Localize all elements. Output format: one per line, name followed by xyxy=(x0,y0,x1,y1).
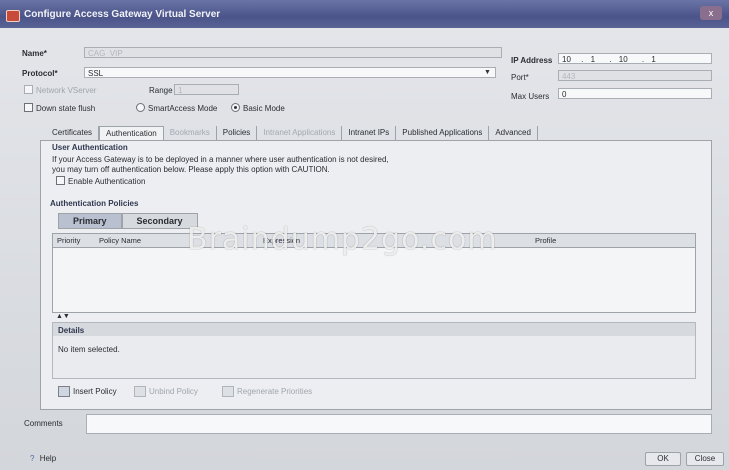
column-policy-name[interactable]: Policy Name xyxy=(99,236,141,245)
help-label: Help xyxy=(39,454,57,463)
tab-authentication[interactable]: Authentication xyxy=(99,126,164,140)
max-users-label: Max Users xyxy=(511,92,550,101)
protocol-select[interactable]: SSL xyxy=(84,67,496,78)
ip-octet-4: 1 xyxy=(651,55,656,64)
user-auth-title: User Authentication xyxy=(52,143,128,152)
smartaccess-mode-radio[interactable] xyxy=(136,103,145,112)
user-auth-description-1: If your Access Gateway is to be deployed… xyxy=(52,155,389,164)
range-label: Range xyxy=(149,86,173,95)
configure-dialog: Configure Access Gateway Virtual Server … xyxy=(0,0,729,470)
regenerate-priorities-label: Regenerate Priorities xyxy=(237,387,313,396)
basic-mode-radio[interactable] xyxy=(231,103,240,112)
range-field[interactable]: 1 xyxy=(174,84,239,95)
max-users-field[interactable]: 0 xyxy=(558,88,712,99)
ip-dot: . xyxy=(581,55,584,64)
ip-octet-3: 10 xyxy=(618,55,628,64)
enable-authentication-label: Enable Authentication xyxy=(68,177,146,186)
details-header: Details xyxy=(53,323,695,336)
auth-policies-title: Authentication Policies xyxy=(50,199,139,208)
column-profile[interactable]: Profile xyxy=(535,236,556,245)
regenerate-icon xyxy=(222,386,234,397)
insert-policy-label: Insert Policy xyxy=(73,387,117,396)
enable-authentication-checkbox[interactable] xyxy=(56,176,65,185)
regenerate-priorities-button[interactable]: Regenerate Priorities xyxy=(222,386,312,397)
details-title: Details xyxy=(58,326,85,335)
tab-certificates[interactable]: Certificates xyxy=(46,126,100,140)
help-link[interactable]: ? Help xyxy=(30,454,56,463)
tab-policies[interactable]: Policies xyxy=(217,126,258,140)
tab-primary[interactable]: Primary xyxy=(58,213,122,229)
network-vserver-label: Network VServer xyxy=(36,86,97,95)
chevron-down-icon[interactable]: ▼ xyxy=(484,69,491,76)
app-icon xyxy=(6,10,20,22)
ip-octet-1: 10 xyxy=(562,55,571,64)
user-auth-description-2: you may turn off authentication below. P… xyxy=(52,165,330,174)
ok-button[interactable]: OK xyxy=(645,452,681,466)
network-vserver-checkbox[interactable] xyxy=(24,85,33,94)
ip-address-label: IP Address xyxy=(511,56,553,65)
name-field[interactable]: CAG_VIP xyxy=(84,47,502,58)
tab-intranet-ips[interactable]: Intranet IPs xyxy=(342,126,397,140)
help-icon: ? xyxy=(30,454,35,463)
port-field[interactable]: 443 xyxy=(558,70,712,81)
title-bar[interactable]: Configure Access Gateway Virtual Server … xyxy=(0,0,729,28)
splitter-arrows-icon[interactable]: ▲▼ xyxy=(56,313,70,320)
down-state-flush-checkbox[interactable] xyxy=(24,103,33,112)
tab-advanced[interactable]: Advanced xyxy=(489,126,538,140)
details-empty-text: No item selected. xyxy=(58,345,120,354)
close-window-button[interactable]: x xyxy=(700,6,722,20)
comments-label: Comments xyxy=(24,419,63,428)
protocol-label: Protocol* xyxy=(22,69,58,78)
insert-icon xyxy=(58,386,70,397)
tab-bookmarks[interactable]: Bookmarks xyxy=(164,126,217,140)
details-panel: Details No item selected. xyxy=(52,322,696,379)
unbind-icon xyxy=(134,386,146,397)
ip-address-field[interactable]: 10 . 1 . 10 . 1 xyxy=(558,53,712,64)
column-priority[interactable]: Priority xyxy=(57,236,80,245)
ip-octet-2: 1 xyxy=(590,55,596,64)
tab-intranet-applications[interactable]: Intranet Applications xyxy=(257,126,343,140)
down-state-flush-label: Down state flush xyxy=(36,104,96,113)
ip-dot: . xyxy=(641,55,645,64)
port-label: Port* xyxy=(511,73,529,82)
insert-policy-button[interactable]: Insert Policy xyxy=(58,386,117,397)
smartaccess-mode-label: SmartAccess Mode xyxy=(148,104,218,113)
close-button[interactable]: Close xyxy=(686,452,724,466)
tab-bar: Certificates Authentication Bookmarks Po… xyxy=(46,126,538,140)
window-title: Configure Access Gateway Virtual Server xyxy=(24,9,221,20)
ip-dot: . xyxy=(609,55,612,64)
basic-mode-label: Basic Mode xyxy=(243,104,285,113)
name-label: Name* xyxy=(22,49,47,58)
unbind-policy-label: Unbind Policy xyxy=(149,387,198,396)
watermark-text: Braindump2go.com xyxy=(187,222,498,257)
policy-subtabs: Primary Secondary xyxy=(58,213,198,229)
unbind-policy-button[interactable]: Unbind Policy xyxy=(134,386,198,397)
tab-published-applications[interactable]: Published Applications xyxy=(396,126,490,140)
comments-field[interactable] xyxy=(86,414,712,434)
